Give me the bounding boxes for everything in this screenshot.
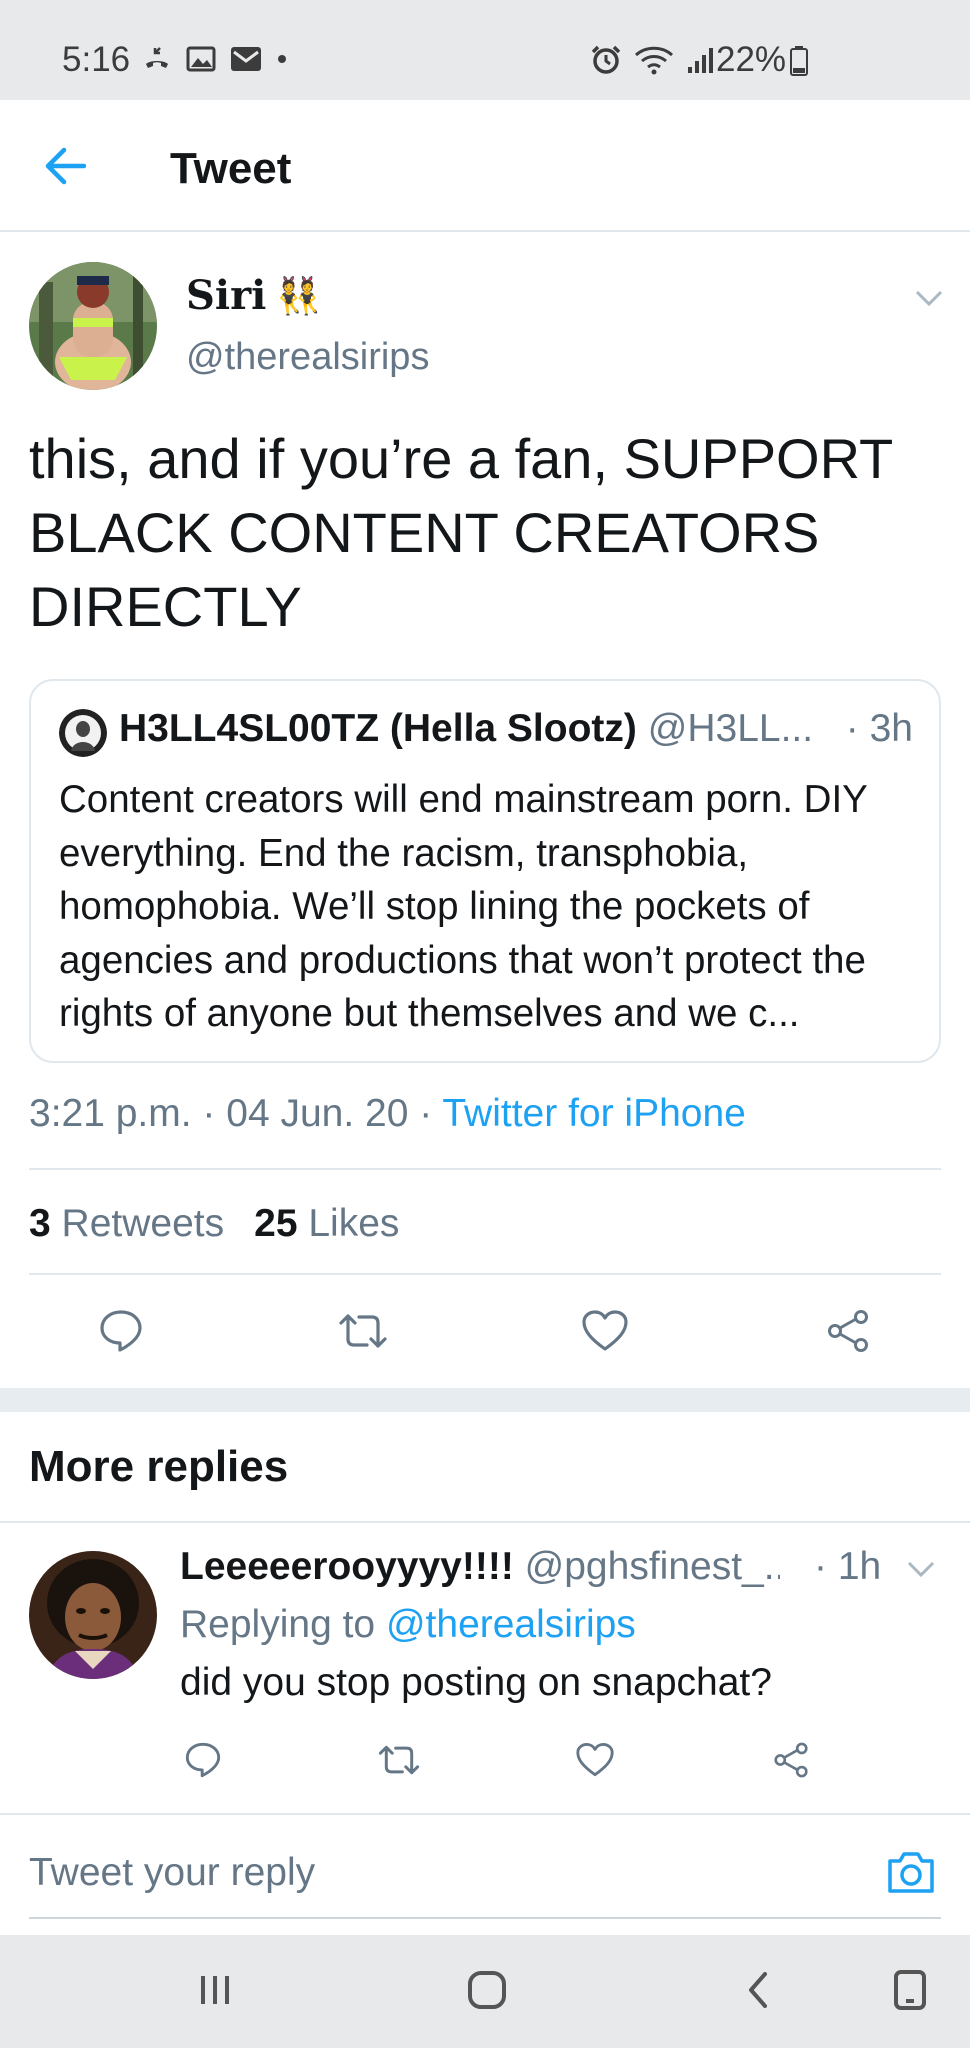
reply-avatar[interactable] [29,1551,157,1679]
author-avatar[interactable] [29,262,157,390]
reply-retweet-button[interactable] [374,1735,424,1785]
retweet-icon [339,1314,387,1348]
meta-separator: · [191,1092,227,1135]
heart-icon [576,1743,614,1777]
reply-button[interactable] [91,1301,151,1361]
author-handle[interactable]: @therealsirips [186,336,429,379]
like-button[interactable] [575,1301,635,1361]
reply-author-name[interactable]: Leeeeerooyyyy!!!! [180,1545,514,1588]
signal-icon [688,48,713,73]
missed-call-icon [146,47,168,68]
app-header: Tweet [0,100,970,232]
wifi-icon [634,46,674,75]
tweet-source-link[interactable]: Twitter for iPhone [442,1092,745,1135]
dot-icon [278,55,286,63]
more-replies-heading: More replies [29,1442,289,1491]
author-name-text: Siri [186,272,267,319]
status-bar: 5:16 22% [0,0,970,100]
mention-link[interactable]: @therealsirips [386,1603,636,1646]
quote-author-name: H3LL4SL00TZ (Hella Slootz) [119,707,637,750]
share-button[interactable] [818,1301,878,1361]
quote-text: Content creators will end mainstream por… [59,778,868,1035]
tweet-date: 04 Jun. 20 [226,1092,409,1135]
system-nav-bar [0,1935,970,2048]
share-icon [774,1742,808,1778]
reply-author-handle[interactable]: @pghsfinest_... [525,1545,780,1588]
section-separator [0,1388,970,1412]
tweet-text: this, and if you’re a fan, SUPPORT BLACK… [29,427,893,638]
tweet-metadata: 3:21 p.m. · 04 Jun. 20 · Twitter for iPh… [29,1092,746,1136]
replying-to: Replying to @therealsirips [180,1603,636,1646]
reply-like-button[interactable] [570,1735,620,1785]
quote-header: H3LL4SL00TZ (Hella Slootz) @H3LL... [119,707,929,751]
alarm-icon [591,45,621,74]
home-button[interactable] [457,1965,517,2015]
author-name[interactable]: Siri 👯 [186,272,321,319]
engagement-counts: 3 Retweets 25 Likes [29,1202,399,1246]
retweet-button[interactable] [333,1301,393,1361]
recent-apps-button[interactable] [185,1965,245,2015]
chevron-down-icon[interactable] [914,288,944,308]
divider [29,1168,941,1170]
share-icon [828,1310,868,1352]
keyboard-switch-button[interactable] [880,1965,940,2015]
reply-input[interactable] [29,1851,829,1895]
home-icon [468,1971,506,2009]
tweet-action-bar [0,1301,970,1371]
camera-icon[interactable] [886,1849,936,1895]
reply-time: · 1h [814,1545,882,1588]
reply-share-button[interactable] [766,1735,816,1785]
system-icons [590,44,716,76]
reply-header: Leeeeerooyyyy!!!! @pghsfinest_... [180,1545,780,1589]
reply-tweet[interactable]: Leeeeerooyyyy!!!! @pghsfinest_... · 1h R… [0,1523,970,1803]
quoted-tweet[interactable]: H3LL4SL00TZ (Hella Slootz) @H3LL... · 3h… [29,679,941,1063]
reply-text: did you stop posting on snapchat? [180,1661,772,1704]
page-title: Tweet [170,144,292,193]
speech-bubble-icon [100,1310,142,1352]
email-icon [231,47,261,71]
tweet-time: 3:21 p.m. [29,1092,192,1135]
speech-bubble-icon [185,1742,221,1778]
arrow-left-icon[interactable] [44,146,86,186]
retweets-count[interactable]: 3 Retweets [29,1202,224,1246]
divider [29,1273,941,1275]
status-time: 5:16 [62,40,131,79]
reply-action-bar [0,1735,970,1785]
back-icon [749,1972,767,2008]
input-underline [29,1917,941,1919]
reply-composer [0,1815,970,1935]
notification-icons [142,44,288,74]
meta-separator: · [408,1092,443,1135]
gallery-icon [186,46,216,72]
heart-icon [582,1310,628,1351]
quote-time: · 3h [839,707,913,751]
battery-icon [790,46,808,76]
device-icon [894,1970,926,2010]
reply-reply-button[interactable] [178,1735,228,1785]
chevron-down-icon[interactable] [906,1559,936,1579]
battery-percent: 22% [716,40,787,79]
back-button[interactable] [728,1965,788,2015]
recent-apps-icon [201,1976,229,2004]
quote-avatar [59,709,107,757]
retweet-icon [378,1745,420,1775]
likes-count[interactable]: 25 Likes [254,1202,399,1246]
author-emoji: 👯 [276,274,322,317]
quote-author-handle: @H3LL... [647,707,814,750]
